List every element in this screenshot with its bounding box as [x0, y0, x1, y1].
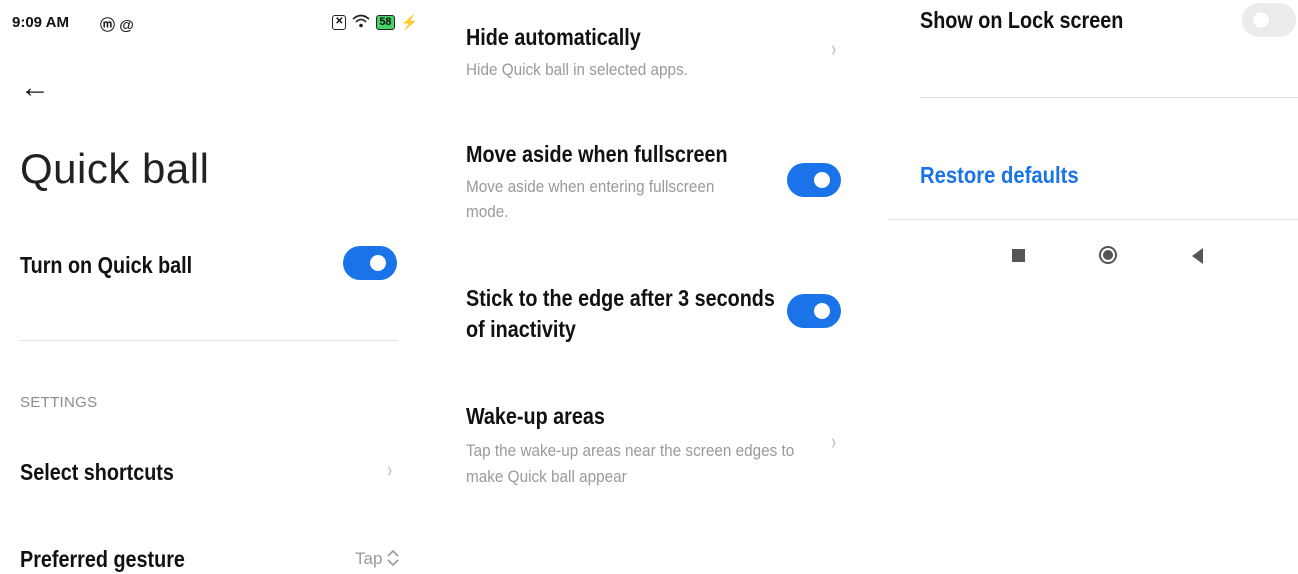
wake-up-description-line2: make Quick ball appear	[466, 467, 627, 486]
move-aside-description-line1: Move aside when entering fullscreen	[466, 177, 715, 196]
back-arrow-icon[interactable]: ←	[20, 70, 50, 106]
wake-up-areas-row[interactable]: Wake-up areas	[466, 401, 605, 431]
preferred-gesture-row[interactable]: Preferred gesture	[20, 544, 185, 574]
turn-on-quick-ball-toggle[interactable]	[343, 246, 397, 280]
toggle-knob	[1253, 12, 1269, 28]
home-circle-icon[interactable]	[1099, 246, 1117, 264]
wake-up-description-line1: Tap the wake-up areas near the screen ed…	[466, 441, 795, 460]
toggle-knob	[370, 255, 386, 271]
divider	[888, 219, 1298, 220]
show-on-lock-screen-label: Show on Lock screen	[920, 7, 1124, 33]
wifi-icon	[352, 14, 370, 31]
chevron-right-icon: ›	[831, 429, 836, 454]
charging-icon: ⚡	[400, 14, 418, 30]
at-icon: @	[119, 17, 134, 34]
toggle-knob	[814, 172, 830, 188]
hide-automatically-description: Hide Quick ball in selected apps.	[466, 60, 688, 79]
move-aside-label: Move aside when fullscreen	[466, 141, 728, 167]
show-on-lock-screen-toggle[interactable]	[1242, 3, 1296, 37]
stick-edge-label-line1: Stick to the edge after 3 seconds	[466, 285, 775, 311]
stick-edge-label-line2: of inactivity	[466, 316, 576, 342]
m-icon: ⓜ	[100, 17, 116, 34]
move-aside-description-line2: mode.	[466, 202, 509, 221]
restore-defaults-button[interactable]: Restore defaults	[920, 162, 1079, 189]
notification-icons: ⓜ @	[100, 14, 134, 35]
turn-on-quick-ball-label: Turn on Quick ball	[20, 252, 193, 278]
updown-chevron-icon	[387, 549, 399, 567]
screen-panel-1: 9:09 AM ⓜ @ ✕ 58 ⚡ ← Quick ball Turn on …	[0, 0, 430, 574]
status-time: 9:09 AM	[12, 14, 69, 31]
stick-edge-toggle[interactable]	[787, 294, 841, 328]
chevron-right-icon: ›	[387, 457, 392, 482]
select-shortcuts-row[interactable]: Select shortcuts	[20, 457, 174, 487]
screen-panel-3: Show on Lock screen Restore defaults	[888, 0, 1298, 574]
recent-apps-square-icon[interactable]	[1012, 249, 1025, 262]
divider	[20, 340, 398, 341]
screen-panel-2: Hide automatically Hide Quick ball in se…	[444, 0, 874, 574]
back-triangle-icon[interactable]	[1192, 248, 1203, 264]
preferred-gesture-value[interactable]: Tap	[355, 549, 382, 569]
move-aside-toggle[interactable]	[787, 163, 841, 197]
page-title: Quick ball	[20, 145, 210, 192]
status-bar: 9:09 AM ⓜ @ ✕ 58 ⚡	[12, 12, 418, 36]
hide-automatically-row[interactable]: Hide automatically	[466, 22, 641, 52]
toggle-knob	[814, 303, 830, 319]
system-icons: ✕ 58 ⚡	[332, 14, 418, 31]
section-label-settings: SETTINGS	[20, 394, 98, 411]
divider	[920, 97, 1298, 98]
battery-icon: 58	[376, 15, 395, 30]
sim-icon: ✕	[332, 15, 347, 30]
chevron-right-icon: ›	[831, 36, 836, 61]
